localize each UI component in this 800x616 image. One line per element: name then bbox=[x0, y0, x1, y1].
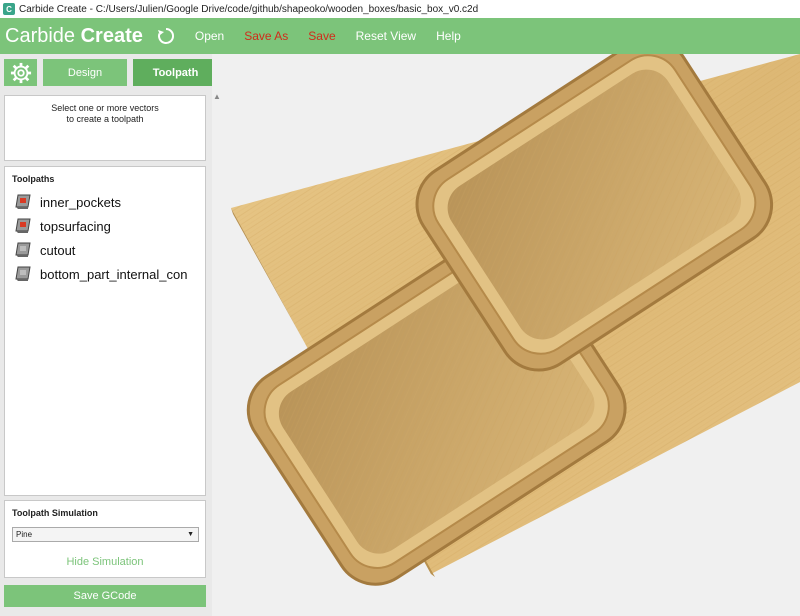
wood-render bbox=[231, 54, 800, 586]
menu-save[interactable]: Save bbox=[308, 29, 335, 43]
toolpath-label: cutout bbox=[40, 242, 76, 258]
toolpath-item[interactable]: bottom_part_internal_con bbox=[5, 262, 205, 286]
settings-button[interactable] bbox=[4, 59, 37, 86]
window-title: Carbide Create - C:/Users/Julien/Google … bbox=[19, 3, 479, 15]
tab-design[interactable]: Design bbox=[43, 59, 127, 86]
brand-bold: Create bbox=[80, 24, 143, 47]
toolpath-pocket-icon bbox=[15, 194, 31, 209]
toolpath-contour-icon bbox=[15, 266, 31, 281]
hint-line-2: to create a toolpath bbox=[66, 114, 144, 124]
toolpath-hint-box: Select one or more vectors to create a t… bbox=[4, 95, 206, 161]
main-menu: Open Save As Save Reset View Help bbox=[195, 29, 481, 43]
hint-line-1: Select one or more vectors bbox=[51, 103, 159, 113]
simulation-title: Toolpath Simulation bbox=[12, 508, 98, 518]
refresh-icon[interactable] bbox=[155, 25, 177, 47]
toolpath-surface-icon bbox=[15, 218, 31, 233]
menu-help[interactable]: Help bbox=[436, 29, 461, 43]
carbide-app-icon: C bbox=[3, 3, 15, 15]
simulation-panel: Toolpath Simulation Pine ▼ Hide Simulati… bbox=[4, 500, 206, 578]
left-panel: Design Toolpath Select one or more vecto… bbox=[0, 54, 218, 616]
toolpath-label: bottom_part_internal_con bbox=[40, 266, 188, 282]
save-gcode-button[interactable]: Save GCode bbox=[4, 585, 206, 607]
title-bar: C Carbide Create - C:/Users/Julien/Googl… bbox=[0, 0, 800, 18]
toolpaths-panel: Toolpaths inner_pockets topsurfacing cut… bbox=[4, 166, 206, 496]
toolpaths-title: Toolpaths bbox=[12, 174, 55, 184]
menu-reset-view[interactable]: Reset View bbox=[356, 29, 416, 43]
left-panel-scrollbar[interactable] bbox=[212, 54, 221, 616]
top-toolbar: Carbide Create Open Save As Save Reset V… bbox=[0, 18, 800, 54]
chevron-down-icon: ▼ bbox=[187, 531, 194, 538]
toolpath-item[interactable]: inner_pockets bbox=[5, 190, 205, 214]
brand-light: Carbide bbox=[5, 24, 81, 47]
toolpath-item[interactable]: cutout bbox=[5, 238, 205, 262]
toolpath-label: inner_pockets bbox=[40, 194, 121, 210]
tab-toolpath[interactable]: Toolpath bbox=[133, 59, 218, 86]
hide-simulation-link[interactable]: Hide Simulation bbox=[5, 556, 205, 568]
toolpath-cutout-icon bbox=[15, 242, 31, 257]
menu-save-as[interactable]: Save As bbox=[244, 29, 288, 43]
material-select[interactable]: Pine ▼ bbox=[12, 527, 199, 542]
toolpath-label: topsurfacing bbox=[40, 218, 111, 234]
simulation-viewport[interactable] bbox=[221, 54, 800, 616]
scroll-up-icon[interactable]: ▲ bbox=[213, 92, 221, 101]
brand-logo: Carbide Create bbox=[5, 25, 143, 48]
menu-open[interactable]: Open bbox=[195, 29, 224, 43]
material-value: Pine bbox=[16, 530, 33, 539]
gear-icon bbox=[10, 62, 31, 83]
toolpath-item[interactable]: topsurfacing bbox=[5, 214, 205, 238]
